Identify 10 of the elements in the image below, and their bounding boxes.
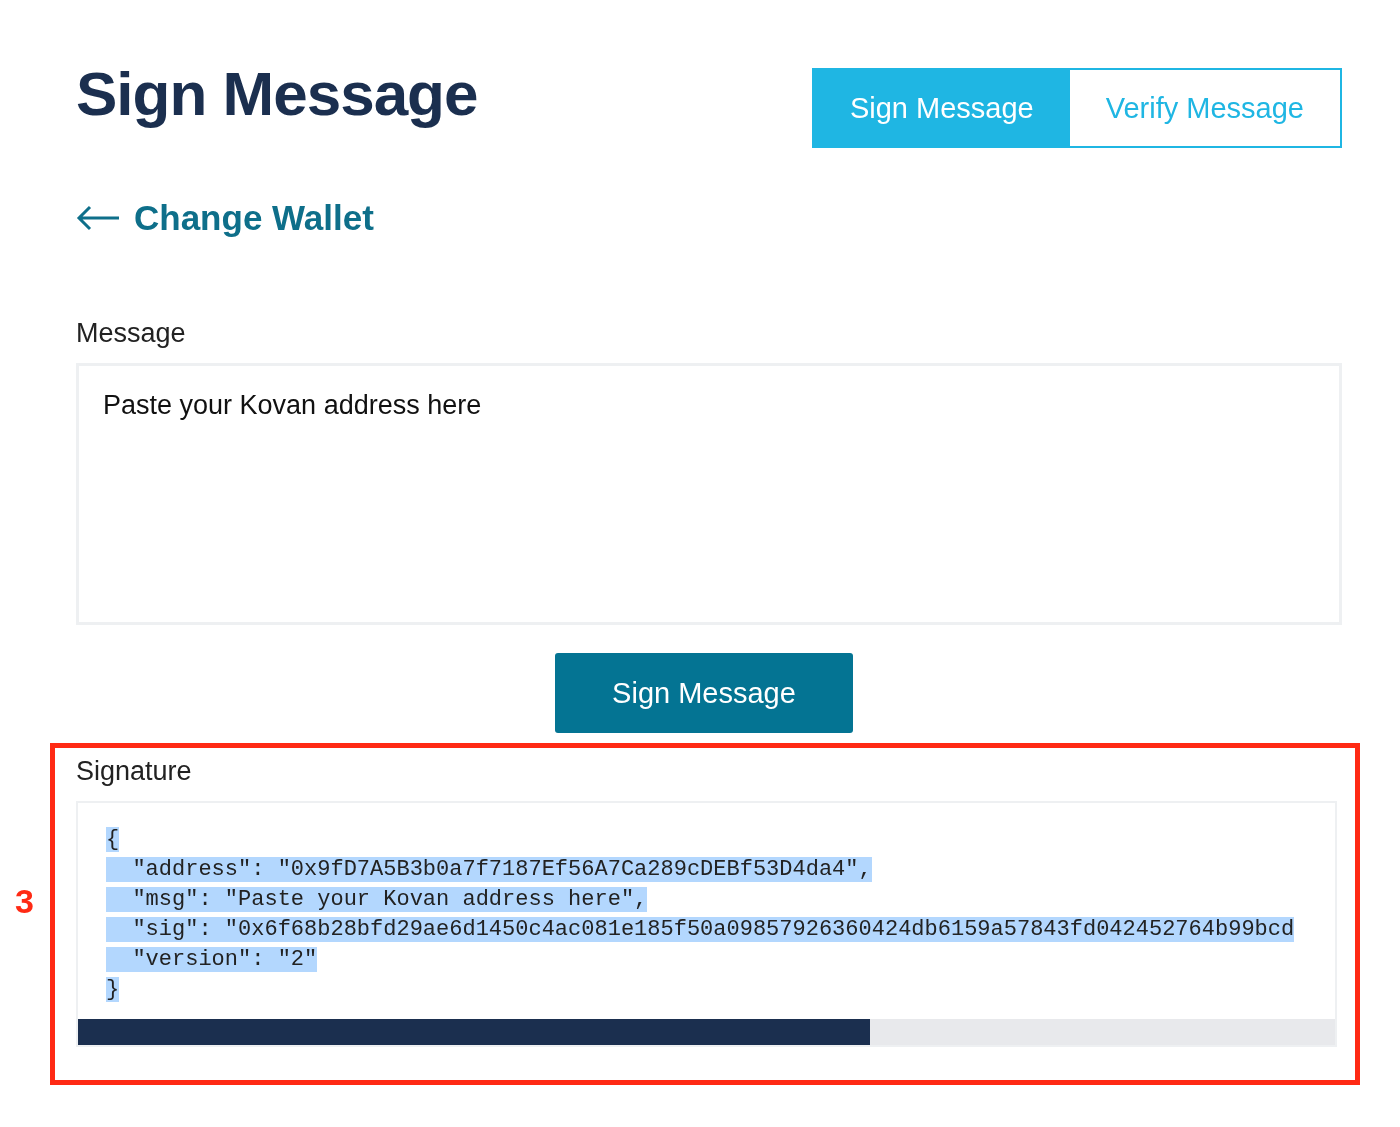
sign-button[interactable]: Sign Message <box>555 653 853 733</box>
scrollbar[interactable] <box>78 1019 1335 1045</box>
left-arrow-icon <box>76 205 120 231</box>
annotation-number: 3 <box>15 882 34 921</box>
field-label: Message <box>76 318 187 349</box>
page-title: Sign Message <box>76 58 478 129</box>
message-field[interactable]: Paste your Kovan address here <box>76 363 1342 625</box>
back-link[interactable]: Change Wallet <box>76 198 374 238</box>
scrollbar-thumb[interactable] <box>78 1019 870 1045</box>
field-label: Signature <box>76 756 193 787</box>
